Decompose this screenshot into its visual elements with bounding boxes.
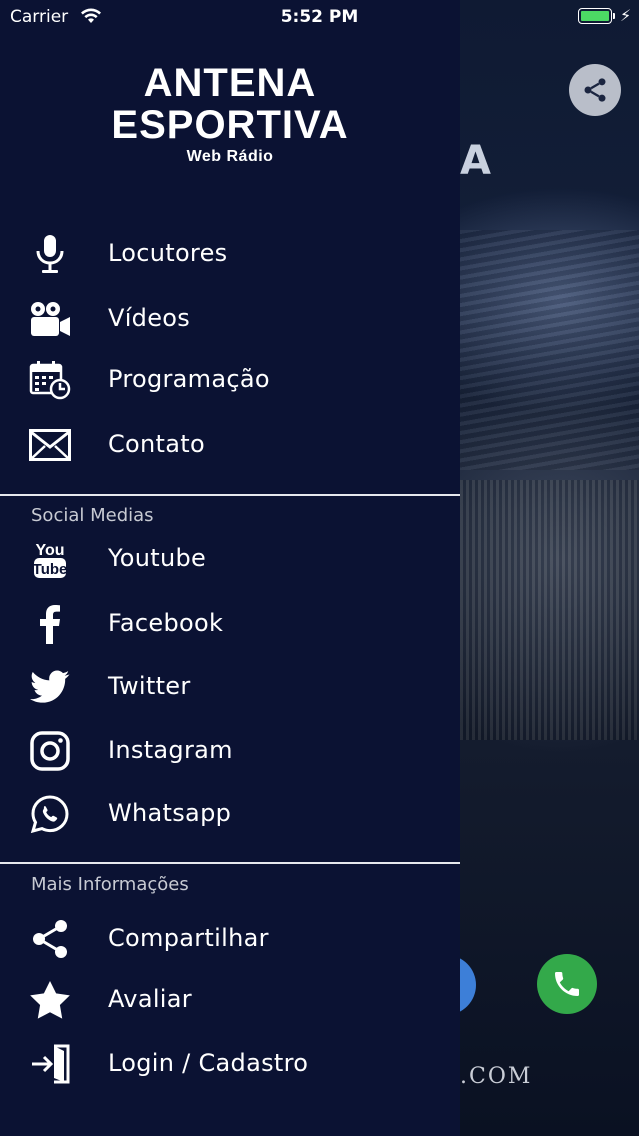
battery-icon [578,8,612,24]
side-drawer: ANTENA ESPORTIVA Web Rádio Locutores Víd… [0,0,460,1136]
section-divider [0,862,460,864]
facebook-icon [28,604,72,644]
menu-item-login[interactable]: Login / Cadastro [0,1034,460,1094]
background-logo-fragment: A [460,138,492,184]
microphone-icon [28,234,72,274]
menu-item-label: Facebook [108,609,224,637]
menu-item-instagram[interactable]: Instagram [0,721,460,781]
menu-item-label: Youtube [108,544,207,572]
share-icon [581,76,609,104]
svg-text:You: You [35,542,64,559]
login-icon [28,1044,72,1084]
menu-item-label: Compartilhar [108,924,269,952]
star-icon [28,980,72,1020]
menu-item-videos[interactable]: Vídeos [0,289,460,349]
phone-icon [551,968,583,1000]
menu-item-label: Programação [108,365,270,393]
youtube-icon: You Tube [28,539,72,579]
stadium-crowd [460,480,639,740]
logo-subtitle: Web Rádio [186,148,274,165]
more-section-title: Mais Informações [31,874,189,895]
status-bar: Carrier 5:52 PM ⚡ [0,0,639,34]
svg-text:Tube: Tube [33,561,67,578]
charging-icon: ⚡ [620,6,632,25]
social-section-title: Social Medias [31,505,154,526]
menu-item-label: Login / Cadastro [108,1049,309,1077]
menu-item-contato[interactable]: Contato [0,415,460,475]
logo-line-2: ESPORTIVA [111,103,349,147]
menu-item-compartilhar[interactable]: Compartilhar [0,909,460,969]
menu-item-locutores[interactable]: Locutores [0,224,460,284]
menu-item-whatsapp[interactable]: Whatsapp [0,784,460,844]
menu-item-avaliar[interactable]: Avaliar [0,970,460,1030]
battery-tip [613,13,615,19]
section-divider [0,494,460,496]
whatsapp-icon [28,794,72,834]
menu-item-programacao[interactable]: Programação [0,350,460,410]
calendar-clock-icon [28,360,72,400]
menu-item-label: Vídeos [108,304,191,332]
menu-item-label: Twitter [108,672,191,700]
envelope-icon [28,425,72,465]
menu-item-label: Avaliar [108,985,192,1013]
whatsapp-fab[interactable] [537,954,597,1014]
menu-item-youtube[interactable]: You Tube Youtube [0,529,460,589]
menu-item-label: Instagram [108,736,233,764]
stadium-stand [460,230,639,470]
menu-item-label: Locutores [108,239,228,267]
logo-line-1: ANTENA [143,61,317,105]
menu-item-facebook[interactable]: Facebook [0,594,460,654]
app-logo: ANTENA ESPORTIVA Web Rádio [0,62,460,166]
share-button[interactable] [569,64,621,116]
instagram-icon [28,731,72,771]
clock: 5:52 PM [280,7,359,27]
video-camera-icon [28,299,72,339]
twitter-icon [28,667,72,707]
background-url-fragment: .COM [460,1064,533,1089]
menu-item-label: Whatsapp [108,799,232,827]
menu-item-label: Contato [108,430,205,458]
menu-item-twitter[interactable]: Twitter [0,657,460,717]
share-icon [28,919,72,959]
